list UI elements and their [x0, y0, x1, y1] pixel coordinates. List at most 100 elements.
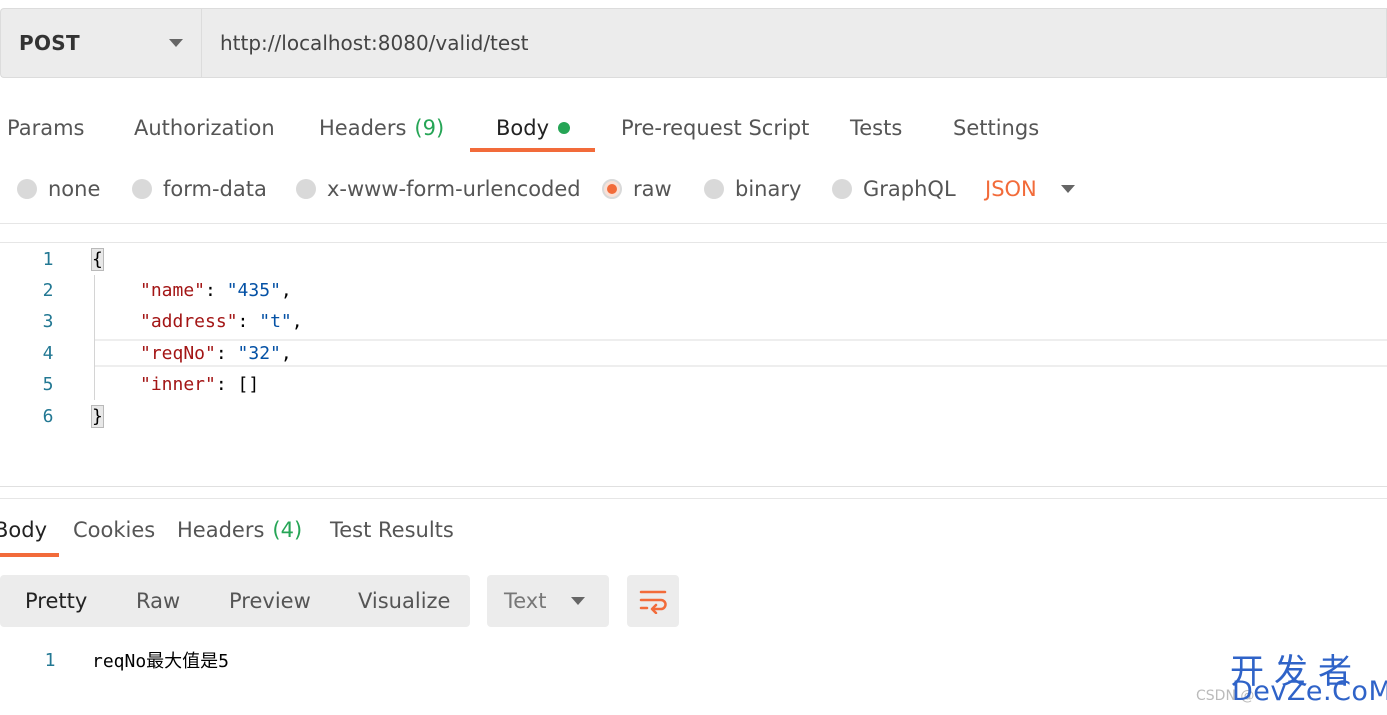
- watermark-logo: DevZe.CoM: [1232, 676, 1387, 707]
- code-content: "name": "435",: [140, 280, 292, 301]
- body-type-label: form-data: [163, 177, 267, 201]
- response-tab-test-results[interactable]: Test Results: [330, 508, 454, 552]
- tab-body[interactable]: Body: [496, 104, 571, 152]
- radio-icon: [296, 179, 316, 199]
- raw-format-label: JSON: [985, 177, 1037, 201]
- raw-format-dropdown[interactable]: JSON: [985, 166, 1075, 212]
- tab-label: Params: [7, 116, 85, 140]
- body-type-label: raw: [633, 177, 672, 201]
- tab-tests[interactable]: Tests: [850, 104, 902, 152]
- tab-label: Headers: [319, 116, 407, 140]
- close-brace: }: [91, 405, 104, 428]
- json-value: "t": [259, 311, 292, 332]
- tab-params[interactable]: Params: [7, 104, 85, 152]
- response-format-label: Text: [504, 589, 547, 613]
- wrap-lines-button[interactable]: [627, 575, 679, 627]
- line-number: 3: [42, 311, 54, 332]
- code-line: 4 "reqNo": "32",: [0, 338, 1387, 369]
- tab-pre-request-script[interactable]: Pre-request Script: [621, 104, 809, 152]
- headers-count-badge: (9): [414, 116, 445, 140]
- url-input[interactable]: http://localhost:8080/valid/test: [201, 8, 1387, 78]
- tab-label: Headers: [177, 518, 265, 542]
- json-end: ,: [280, 343, 292, 364]
- view-pretty-button[interactable]: Pretty: [25, 575, 87, 627]
- json-key: "address": [140, 311, 238, 332]
- active-response-tab-indicator: [0, 553, 59, 557]
- tab-label: Authorization: [134, 116, 275, 140]
- view-preview-button[interactable]: Preview: [229, 575, 311, 627]
- json-sep: :: [205, 280, 227, 301]
- response-text: reqNo最大值是5: [92, 651, 230, 672]
- body-type-label: GraphQL: [863, 177, 956, 201]
- headers-count-badge: (4): [272, 518, 303, 542]
- method-selector[interactable]: POST: [0, 8, 201, 78]
- response-tab-cookies[interactable]: Cookies: [73, 508, 155, 552]
- divider: [0, 223, 1387, 224]
- chevron-down-icon: [571, 597, 585, 605]
- body-active-dot-icon: [558, 122, 571, 134]
- body-type-graphql[interactable]: GraphQL: [832, 166, 956, 212]
- radio-selected-icon: [602, 179, 622, 199]
- tab-label: Test Results: [330, 518, 454, 542]
- radio-icon: [17, 179, 37, 199]
- tab-label: Cookies: [73, 518, 156, 542]
- code-line: 2 "name": "435",: [0, 275, 1387, 306]
- radio-icon: [132, 179, 152, 199]
- body-type-binary[interactable]: binary: [704, 166, 801, 212]
- body-type-selector: none form-data x-www-form-urlencoded raw…: [0, 166, 1387, 212]
- json-key: "inner": [140, 374, 216, 395]
- divider: [0, 242, 1387, 243]
- tab-authorization[interactable]: Authorization: [134, 104, 275, 152]
- code-content: "reqNo": "32",: [140, 343, 292, 364]
- radio-icon: [832, 179, 852, 199]
- json-key: "name": [140, 280, 206, 301]
- json-sep: :: [237, 311, 260, 332]
- response-body-line: 1 reqNo最大值是5: [0, 645, 1387, 675]
- radio-icon: [704, 179, 724, 199]
- json-key: "reqNo": [140, 343, 216, 364]
- body-type-urlencoded[interactable]: x-www-form-urlencoded: [296, 166, 581, 212]
- request-bar: POST http://localhost:8080/valid/test: [0, 8, 1387, 78]
- request-body-editor[interactable]: 1 { 2 "name": "435", 3 "address": "t", 4…: [0, 244, 1387, 434]
- tab-label: Tests: [850, 116, 903, 140]
- indent-guide: [94, 275, 95, 400]
- tab-headers[interactable]: Headers (9): [319, 104, 444, 152]
- line-number: 5: [42, 374, 54, 395]
- line-number: 4: [42, 343, 54, 364]
- tab-label: Body: [0, 518, 48, 542]
- body-type-label: binary: [735, 177, 802, 201]
- view-raw-button[interactable]: Raw: [136, 575, 180, 627]
- body-type-raw[interactable]: raw: [602, 166, 672, 212]
- response-tab-body[interactable]: Body: [0, 508, 47, 552]
- code-line: 5 "inner": []: [0, 369, 1387, 400]
- json-end: ,: [291, 311, 303, 332]
- json-value: "32": [237, 343, 281, 364]
- wrap-lines-icon: [639, 590, 667, 614]
- code-content: "address": "t",: [140, 311, 303, 332]
- json-value: "435": [226, 280, 281, 301]
- body-type-form-data[interactable]: form-data: [132, 166, 267, 212]
- active-tab-indicator: [470, 148, 595, 152]
- divider: [0, 498, 1387, 499]
- chevron-down-icon: [1060, 185, 1075, 193]
- tab-label: Settings: [953, 116, 1040, 140]
- json-value: []: [237, 374, 260, 395]
- tab-settings[interactable]: Settings: [953, 104, 1039, 152]
- json-sep: :: [215, 374, 238, 395]
- line-number: 1: [44, 649, 56, 671]
- response-tabs: Body Cookies Headers (4) Test Results: [0, 508, 1387, 552]
- method-label: POST: [19, 31, 80, 55]
- code-line: 3 "address": "t",: [0, 306, 1387, 337]
- code-line: 6 }: [0, 401, 1387, 432]
- response-format-dropdown[interactable]: Text: [487, 575, 609, 627]
- body-type-label: none: [48, 177, 101, 201]
- open-brace: {: [91, 248, 104, 271]
- tab-label: Body: [496, 116, 550, 140]
- response-view-group: Pretty Raw Preview Visualize: [0, 575, 470, 627]
- line-number: 6: [42, 406, 54, 427]
- body-type-none[interactable]: none: [17, 166, 100, 212]
- pane-divider[interactable]: [0, 486, 1387, 487]
- view-visualize-button[interactable]: Visualize: [358, 575, 450, 627]
- chevron-down-icon: [169, 39, 183, 47]
- response-tab-headers[interactable]: Headers (4): [177, 508, 302, 552]
